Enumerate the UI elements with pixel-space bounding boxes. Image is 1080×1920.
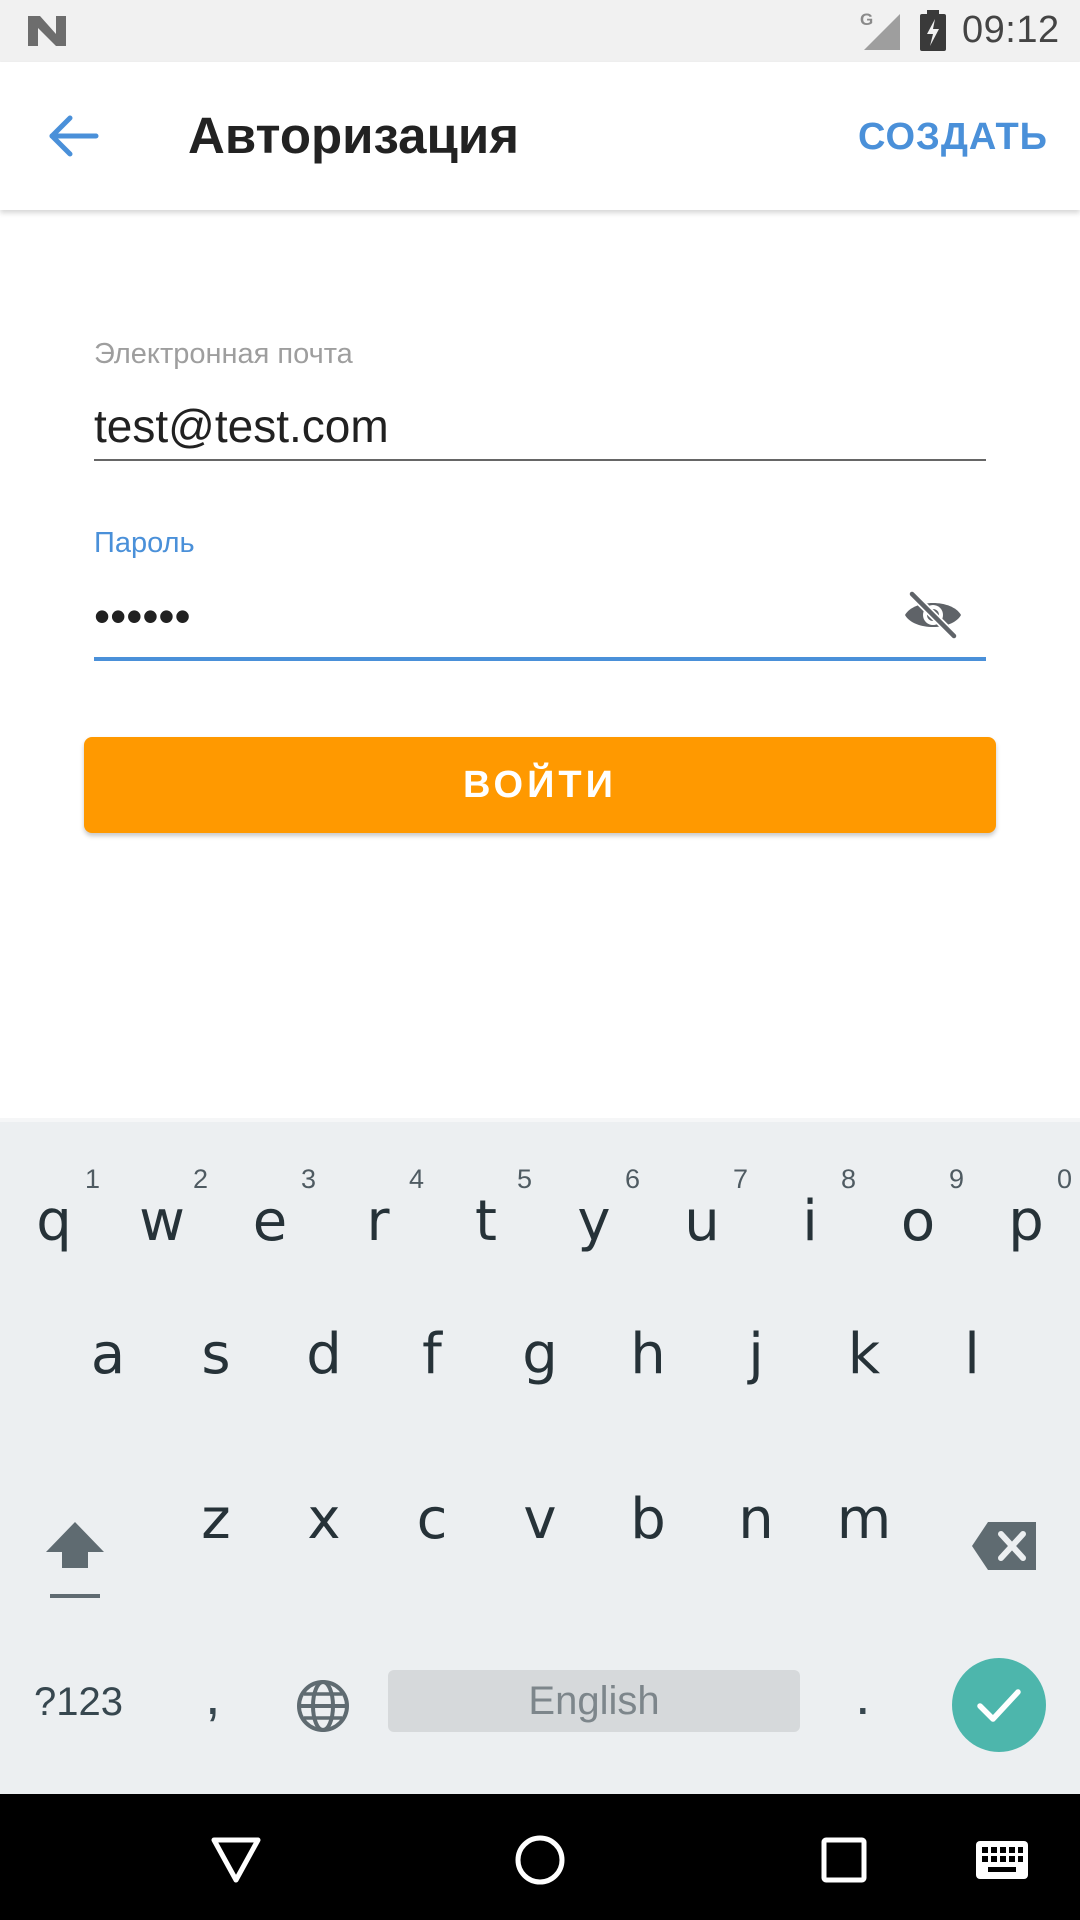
globe-language-icon[interactable]: [295, 1678, 351, 1734]
key-hint: 1: [84, 1164, 100, 1194]
navigation-bar: [0, 1794, 1080, 1920]
login-button[interactable]: ВОЙТИ: [84, 737, 996, 833]
shift-key-icon[interactable]: [40, 1512, 110, 1612]
soft-keyboard: 1q2w3e4r5t6y7u8i9o0p asdfghjkl zxcvbnm ?…: [0, 1118, 1080, 1794]
key-d[interactable]: d: [270, 1327, 378, 1437]
key-hint: 6: [624, 1164, 640, 1194]
key-letter: x: [307, 1487, 341, 1552]
key-hint: 8: [840, 1164, 856, 1194]
create-account-button[interactable]: СОЗДАТЬ: [858, 116, 1048, 159]
page-title: Авторизация: [188, 107, 519, 164]
nav-back-icon[interactable]: [210, 1836, 262, 1884]
key-hint: 5: [516, 1164, 532, 1194]
symbols-key[interactable]: ?123: [34, 1680, 123, 1725]
key-p[interactable]: 0p: [972, 1164, 1080, 1284]
key-letter: q: [36, 1189, 72, 1254]
key-n[interactable]: n: [702, 1492, 810, 1602]
space-bar[interactable]: English: [388, 1670, 800, 1732]
status-time: 09:12: [962, 9, 1060, 51]
key-hint: 4: [408, 1164, 424, 1194]
comma-key[interactable]: ,: [205, 1662, 221, 1727]
key-k[interactable]: k: [810, 1327, 918, 1437]
key-b[interactable]: b: [594, 1492, 702, 1602]
key-letter: m: [836, 1487, 892, 1552]
app-bar: Авторизация СОЗДАТЬ: [0, 62, 1080, 210]
key-letter: r: [366, 1189, 390, 1254]
key-letter: s: [201, 1322, 231, 1387]
key-q[interactable]: 1q: [0, 1164, 108, 1284]
key-j[interactable]: j: [702, 1327, 810, 1437]
key-s[interactable]: s: [162, 1327, 270, 1437]
password-underline: [94, 657, 986, 661]
key-letter: v: [523, 1487, 557, 1552]
key-hint: 7: [732, 1164, 748, 1194]
key-hint: 0: [1056, 1164, 1072, 1194]
key-letter: c: [416, 1487, 448, 1552]
key-letter: w: [139, 1189, 185, 1254]
space-bar-label: English: [528, 1678, 660, 1723]
key-h[interactable]: h: [594, 1327, 702, 1437]
period-key[interactable]: .: [855, 1662, 871, 1727]
key-letter: n: [738, 1487, 774, 1552]
key-v[interactable]: v: [486, 1492, 594, 1602]
key-letter: t: [475, 1189, 497, 1254]
key-letter: k: [847, 1322, 881, 1387]
key-letter: d: [306, 1322, 342, 1387]
key-e[interactable]: 3e: [216, 1164, 324, 1284]
email-field[interactable]: [94, 396, 986, 456]
key-y[interactable]: 6y: [540, 1164, 648, 1284]
key-z[interactable]: z: [162, 1492, 270, 1602]
key-a[interactable]: a: [54, 1327, 162, 1437]
key-letter: o: [900, 1189, 936, 1254]
network-type: G: [860, 10, 874, 29]
key-r[interactable]: 4r: [324, 1164, 432, 1284]
nav-recents-icon[interactable]: [820, 1836, 868, 1884]
key-l[interactable]: l: [918, 1327, 1026, 1437]
key-letter: u: [684, 1189, 720, 1254]
key-letter: j: [748, 1322, 764, 1387]
key-f[interactable]: f: [378, 1327, 486, 1437]
checkmark-icon: [977, 1689, 1021, 1722]
login-button-label: ВОЙТИ: [463, 763, 617, 806]
email-underline: [94, 459, 986, 461]
key-letter: i: [802, 1189, 818, 1254]
key-letter: a: [90, 1322, 126, 1387]
key-c[interactable]: c: [378, 1492, 486, 1602]
nav-home-icon[interactable]: [514, 1834, 566, 1886]
key-letter: l: [964, 1322, 980, 1387]
enter-key[interactable]: [952, 1658, 1046, 1752]
key-letter: h: [630, 1322, 666, 1387]
key-letter: f: [422, 1322, 442, 1387]
notification-n-icon: [28, 16, 66, 46]
key-letter: g: [522, 1322, 558, 1387]
key-i[interactable]: 8i: [756, 1164, 864, 1284]
key-letter: b: [630, 1487, 666, 1552]
key-hint: 3: [300, 1164, 316, 1194]
password-label: Пароль: [94, 527, 195, 559]
toggle-password-visibility-icon[interactable]: [902, 588, 964, 642]
key-x[interactable]: x: [270, 1492, 378, 1602]
key-letter: y: [577, 1189, 611, 1254]
key-hint: 9: [948, 1164, 964, 1194]
key-letter: p: [1008, 1189, 1044, 1254]
back-arrow-icon[interactable]: [44, 112, 100, 160]
key-m[interactable]: m: [810, 1492, 918, 1602]
status-bar: G 09:12: [0, 0, 1080, 62]
key-g[interactable]: g: [486, 1327, 594, 1437]
keyboard-switch-icon[interactable]: [975, 1840, 1029, 1880]
key-hint: 2: [192, 1164, 208, 1194]
key-t[interactable]: 5t: [432, 1164, 540, 1284]
key-letter: z: [201, 1487, 231, 1552]
battery-charging-icon: [920, 10, 946, 51]
key-w[interactable]: 2w: [108, 1164, 216, 1284]
password-field[interactable]: ••••••: [94, 586, 986, 646]
key-o[interactable]: 9o: [864, 1164, 972, 1284]
email-label: Электронная почта: [94, 338, 353, 370]
backspace-key-icon[interactable]: [970, 1516, 1040, 1576]
key-u[interactable]: 7u: [648, 1164, 756, 1284]
key-letter: e: [252, 1189, 288, 1254]
